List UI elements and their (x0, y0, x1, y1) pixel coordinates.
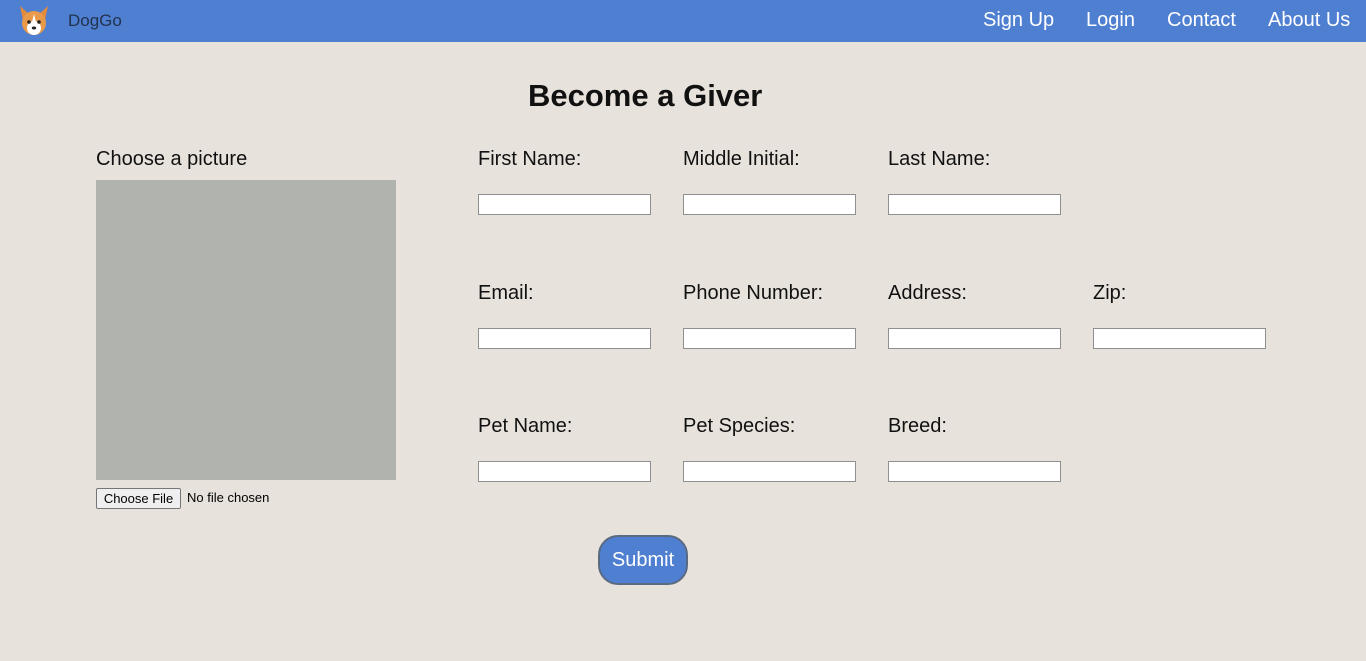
middle-initial-field[interactable] (683, 194, 856, 215)
middle-initial-label: Middle Initial: (683, 148, 800, 170)
pet-species-label: Pet Species: (683, 415, 796, 437)
last-name-field[interactable] (888, 194, 1061, 215)
breed-field[interactable] (888, 461, 1061, 482)
choose-file-button[interactable]: Choose File (96, 488, 181, 509)
nav-contact-link[interactable]: Contact (1167, 9, 1236, 32)
zip-field[interactable] (1093, 328, 1266, 349)
brand-name: DogGo (68, 11, 122, 30)
address-field[interactable] (888, 328, 1061, 349)
phone-number-field[interactable] (683, 328, 856, 349)
address-label: Address: (888, 282, 967, 304)
pet-name-field[interactable] (478, 461, 651, 482)
picture-preview (96, 180, 396, 480)
email-field[interactable] (478, 328, 651, 349)
first-name-field[interactable] (478, 194, 651, 215)
corgi-logo-icon[interactable] (17, 4, 51, 38)
last-name-label: Last Name: (888, 148, 991, 170)
phone-number-label: Phone Number: (683, 282, 824, 304)
pet-name-label: Pet Name: (478, 415, 573, 437)
navbar: DogGo Sign Up Login Contact About Us (0, 0, 1366, 42)
nav-login-link[interactable]: Login (1086, 9, 1135, 32)
pet-species-field[interactable] (683, 461, 856, 482)
breed-label: Breed: (888, 415, 947, 437)
zip-label: Zip: (1093, 282, 1127, 304)
picture-label: Choose a picture (96, 148, 248, 170)
page-title: Become a Giver (528, 78, 763, 113)
submit-button[interactable]: Submit (598, 535, 688, 585)
nav-about-us-link[interactable]: About Us (1268, 9, 1350, 32)
file-status-text: No file chosen (187, 490, 270, 505)
email-label: Email: (478, 282, 534, 304)
first-name-label: First Name: (478, 148, 582, 170)
nav-sign-up-link[interactable]: Sign Up (983, 9, 1054, 32)
